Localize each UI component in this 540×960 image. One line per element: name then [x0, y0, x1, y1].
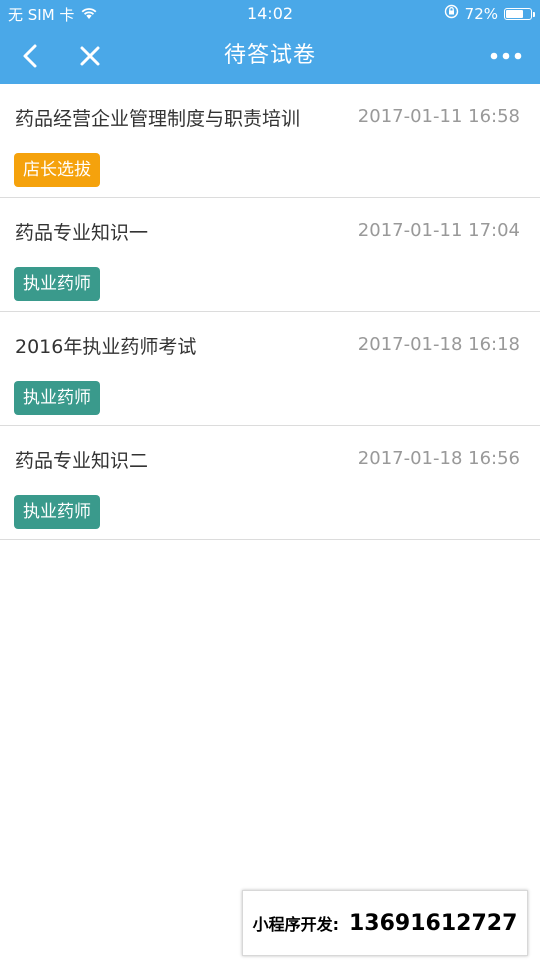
paper-list: 药品经营企业管理制度与职责培训 2017-01-11 16:58 店长选拔 药品…	[0, 84, 540, 540]
paper-date: 2017-01-11 16:58	[357, 106, 520, 127]
paper-row-3[interactable]: 2016年执业药师考试 2017-01-18 16:18 执业药师	[0, 312, 540, 426]
app-screen: 无 SIM 卡 14:02 72% 待答试卷 药品经营企业管理制度与职责培训 2…	[0, 0, 540, 960]
paper-row-1[interactable]: 药品经营企业管理制度与职责培训 2017-01-11 16:58 店长选拔	[0, 84, 540, 198]
paper-tag: 执业药师	[14, 267, 100, 301]
paper-tag: 执业药师	[14, 381, 100, 415]
paper-date: 2017-01-11 17:04	[357, 220, 520, 241]
paper-title: 2016年执业药师考试	[15, 336, 197, 358]
back-button[interactable]	[14, 40, 46, 72]
paper-tag: 执业药师	[14, 495, 100, 529]
nav-bar: 待答试卷	[0, 28, 540, 84]
more-dots-icon	[490, 52, 522, 60]
paper-title: 药品经营企业管理制度与职责培训	[15, 108, 301, 130]
battery-percent: 72%	[464, 4, 498, 23]
page-title: 待答试卷	[223, 43, 316, 68]
close-button[interactable]	[74, 40, 106, 72]
paper-title: 药品专业知识一	[15, 222, 149, 244]
more-button[interactable]	[486, 40, 526, 72]
chevron-left-icon	[23, 44, 37, 68]
orientation-lock-icon	[444, 4, 459, 23]
battery-fill	[506, 9, 523, 18]
paper-date: 2017-01-18 16:56	[357, 448, 520, 469]
paper-title: 药品专业知识二	[15, 450, 149, 472]
promo-phone: 13691612727	[349, 910, 518, 936]
status-right: 72%	[444, 4, 535, 23]
status-bar: 无 SIM 卡 14:02 72%	[0, 0, 540, 28]
paper-date: 2017-01-18 16:18	[357, 334, 520, 355]
battery-icon	[504, 7, 535, 20]
paper-row-2[interactable]: 药品专业知识一 2017-01-11 17:04 执业药师	[0, 198, 540, 312]
paper-row-4[interactable]: 药品专业知识二 2017-01-18 16:56 执业药师	[0, 426, 540, 540]
paper-tag: 店长选拔	[14, 153, 100, 187]
promo-banner: 小程序开发: 13691612727	[242, 890, 528, 956]
promo-label: 小程序开发:	[252, 915, 339, 934]
close-icon	[80, 46, 100, 66]
